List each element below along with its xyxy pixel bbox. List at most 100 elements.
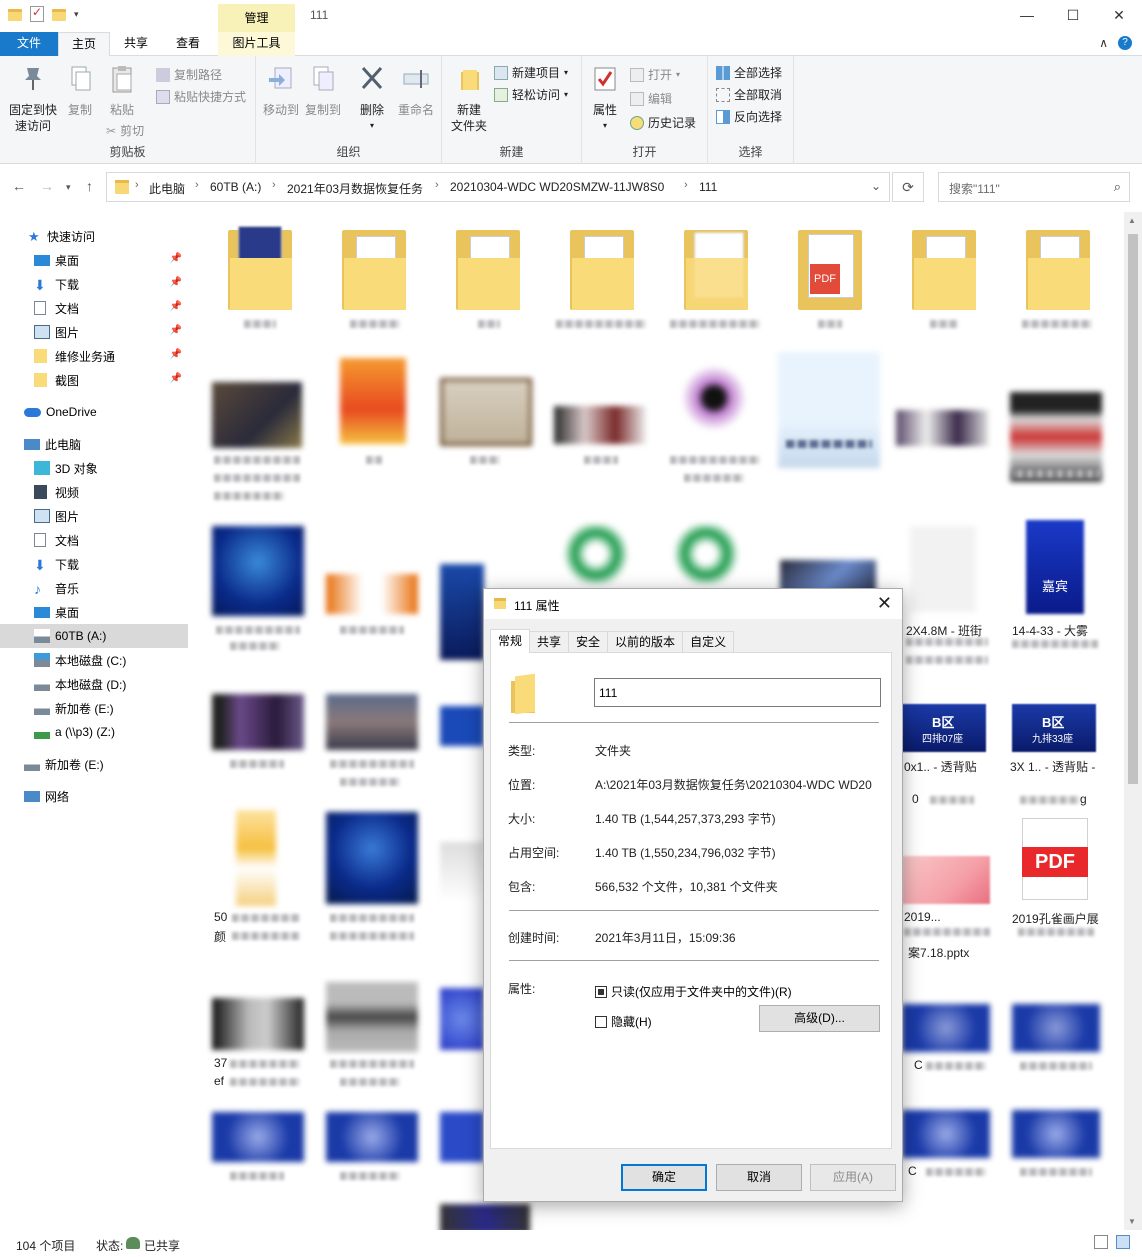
chevron-down-icon[interactable]: ⌄ bbox=[871, 179, 881, 193]
refresh-button[interactable]: ⟳ bbox=[892, 172, 924, 202]
tab-customize[interactable]: 自定义 bbox=[682, 631, 735, 653]
up-arrow-icon[interactable]: ↑ bbox=[86, 178, 93, 194]
image-thumbnail[interactable] bbox=[1012, 1110, 1100, 1158]
paste-shortcut-button[interactable]: 粘贴快捷方式 bbox=[156, 88, 246, 105]
list-item[interactable] bbox=[896, 220, 992, 340]
image-thumbnail[interactable] bbox=[440, 1204, 530, 1230]
new-item-button[interactable]: 新建项目 ▾ bbox=[494, 64, 568, 81]
pin-icon[interactable]: 📌 bbox=[170, 373, 182, 384]
properties-button[interactable]: 属性 ▾ bbox=[588, 64, 622, 134]
scroll-up-icon[interactable]: ▲ bbox=[1128, 216, 1136, 225]
dialog-close-icon[interactable]: ✕ bbox=[877, 593, 892, 614]
list-item[interactable]: PDF bbox=[782, 220, 878, 340]
nav-pc-pictures[interactable]: 图片 bbox=[0, 504, 188, 528]
image-thumbnail[interactable] bbox=[440, 988, 484, 1050]
image-thumbnail[interactable] bbox=[554, 406, 646, 444]
pptx-thumbnail[interactable] bbox=[902, 856, 990, 904]
ok-button[interactable]: 确定 bbox=[621, 1164, 707, 1191]
list-item[interactable] bbox=[326, 220, 422, 340]
nav-quick-access[interactable]: ★ 快速访问 bbox=[0, 224, 188, 248]
chevron-right-icon[interactable]: › bbox=[135, 179, 139, 191]
nav-pc-downloads[interactable]: ⬇ 下载 bbox=[0, 552, 188, 576]
file-thumbnail[interactable] bbox=[910, 526, 976, 612]
video-thumbnail[interactable] bbox=[212, 694, 304, 750]
address-bar[interactable]: › 此电脑 › 60TB (A:) › 2021年03月数据恢复任务 › 202… bbox=[106, 172, 890, 202]
tab-picture-tools[interactable]: 图片工具 bbox=[218, 32, 295, 56]
tab-home[interactable]: 主页 bbox=[58, 32, 110, 57]
image-thumbnail[interactable] bbox=[440, 706, 484, 746]
nav-music[interactable]: ♪ 音乐 bbox=[0, 576, 188, 600]
pin-quick-access-button[interactable]: 固定到快 速访问 bbox=[6, 64, 60, 134]
image-thumbnail[interactable] bbox=[440, 564, 484, 660]
breadcrumb-disk-folder[interactable]: 20210304-WDC WD20SMZW-11JW8S0 bbox=[450, 180, 664, 194]
nav-repair-folder[interactable]: 维修业务通 📌 bbox=[0, 344, 188, 368]
chevron-right-icon[interactable]: › bbox=[684, 179, 688, 191]
nav-onedrive[interactable]: OneDrive bbox=[0, 400, 188, 424]
nav-drive-e[interactable]: 新加卷 (E:) bbox=[0, 696, 188, 720]
image-thumbnail[interactable] bbox=[326, 694, 418, 750]
scroll-down-icon[interactable]: ▼ bbox=[1128, 1217, 1136, 1226]
nav-desktop[interactable]: 桌面 📌 bbox=[0, 248, 188, 272]
details-view-icon[interactable] bbox=[1094, 1235, 1108, 1249]
nav-pc-documents[interactable]: 文档 bbox=[0, 528, 188, 552]
edit-button[interactable]: 编辑 bbox=[630, 90, 672, 107]
image-thumbnail[interactable] bbox=[440, 842, 484, 902]
nav-pc-desktop[interactable]: 桌面 bbox=[0, 600, 188, 624]
forward-arrow-icon[interactable]: → bbox=[40, 178, 54, 194]
search-input[interactable]: 搜索"111" bbox=[949, 180, 1000, 197]
invert-selection-button[interactable]: 反向选择 bbox=[716, 108, 782, 125]
list-item[interactable] bbox=[668, 220, 764, 340]
image-thumbnail[interactable] bbox=[212, 526, 304, 616]
nav-documents[interactable]: 文档 📌 bbox=[0, 296, 188, 320]
collapse-ribbon-icon[interactable]: ∧ bbox=[1099, 36, 1108, 50]
readonly-checkbox[interactable]: 只读(仅应用于文件夹中的文件)(R) bbox=[595, 983, 792, 1000]
checkbox-partial-icon[interactable] bbox=[595, 985, 607, 998]
pdf-file-thumbnail[interactable]: PDF bbox=[1022, 818, 1088, 900]
nav-this-pc[interactable]: 此电脑 bbox=[0, 432, 188, 456]
nav-videos[interactable]: 视频 bbox=[0, 480, 188, 504]
nav-pictures[interactable]: 图片 📌 bbox=[0, 320, 188, 344]
image-thumbnail[interactable] bbox=[1010, 392, 1102, 482]
dialog-title-bar[interactable]: 111 属性 ✕ bbox=[484, 589, 902, 619]
history-button[interactable]: 历史记录 bbox=[630, 114, 696, 131]
vertical-scrollbar[interactable]: ▲ ▼ bbox=[1124, 212, 1142, 1230]
back-arrow-icon[interactable]: ← bbox=[12, 178, 26, 194]
properties-dropdown-icon[interactable]: ▾ bbox=[588, 118, 622, 134]
tab-sharing[interactable]: 共享 bbox=[529, 631, 570, 653]
paste-button[interactable]: 粘贴 bbox=[102, 64, 142, 118]
chevron-right-icon[interactable]: › bbox=[195, 179, 199, 191]
search-icon[interactable]: ⌕ bbox=[1114, 179, 1121, 195]
breadcrumb-current[interactable]: 111 bbox=[699, 180, 717, 194]
tab-security[interactable]: 安全 bbox=[568, 631, 609, 653]
nav-drive-c[interactable]: 本地磁盘 (C:) bbox=[0, 648, 188, 672]
tab-view[interactable]: 查看 bbox=[162, 32, 214, 56]
advanced-button[interactable]: 高级(D)... bbox=[759, 1005, 880, 1032]
image-thumbnail[interactable] bbox=[326, 812, 418, 904]
large-icons-view-icon[interactable] bbox=[1116, 1235, 1130, 1249]
breadcrumb-task-folder[interactable]: 2021年03月数据恢复任务 bbox=[287, 180, 423, 197]
image-thumbnail[interactable] bbox=[326, 1112, 418, 1162]
pin-icon[interactable]: 📌 bbox=[170, 349, 182, 360]
rename-button[interactable]: 重命名 bbox=[394, 64, 438, 118]
new-folder-button[interactable]: 新建 文件夹 bbox=[446, 64, 492, 134]
tab-general[interactable]: 常规 bbox=[490, 629, 531, 653]
select-all-button[interactable]: 全部选择 bbox=[716, 64, 782, 81]
new-folder-quick-icon[interactable] bbox=[52, 9, 66, 21]
tab-manage[interactable]: 管理 bbox=[218, 4, 295, 32]
delete-button[interactable]: 删除 ▾ bbox=[354, 64, 390, 134]
image-thumbnail[interactable] bbox=[778, 352, 880, 468]
image-thumbnail[interactable] bbox=[440, 378, 532, 446]
cancel-button[interactable]: 取消 bbox=[716, 1164, 802, 1191]
nav-network[interactable]: 网络 bbox=[0, 784, 188, 808]
list-item[interactable] bbox=[554, 220, 650, 340]
minimize-button[interactable]: — bbox=[1004, 0, 1050, 30]
hidden-checkbox[interactable]: 隐藏(H) bbox=[595, 1013, 652, 1030]
image-thumbnail[interactable] bbox=[440, 1112, 484, 1162]
pin-icon[interactable]: 📌 bbox=[170, 301, 182, 312]
apply-button[interactable]: 应用(A) bbox=[810, 1164, 896, 1191]
scrollbar-thumb[interactable] bbox=[1128, 234, 1138, 784]
breadcrumb-drive[interactable]: 60TB (A:) bbox=[210, 180, 261, 194]
nav-downloads[interactable]: ⬇ 下载 📌 bbox=[0, 272, 188, 296]
image-thumbnail[interactable] bbox=[670, 524, 742, 584]
maximize-button[interactable]: ☐ bbox=[1050, 0, 1096, 30]
